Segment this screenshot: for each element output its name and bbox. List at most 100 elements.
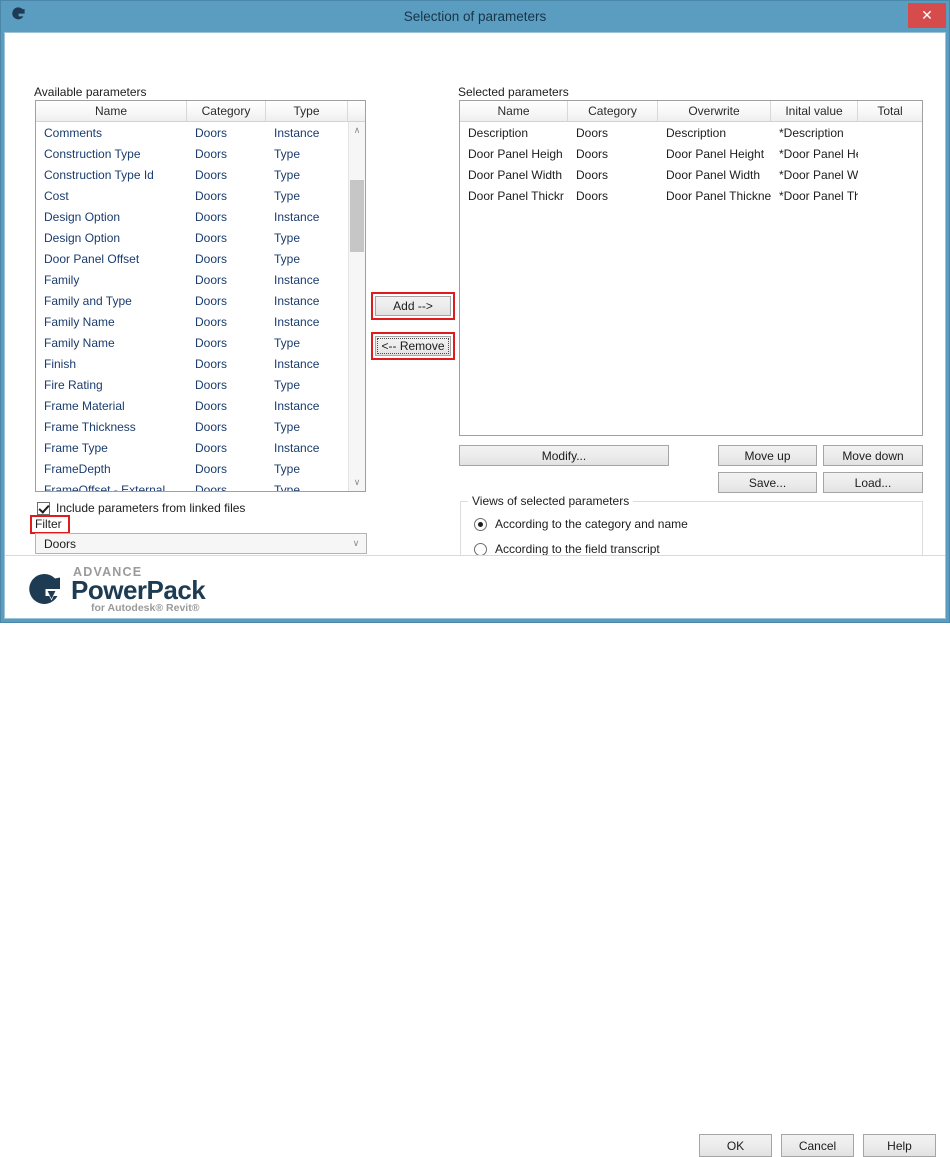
available-vertical-scrollbar[interactable]: ∧ ∨ [348,122,365,491]
selected-parameter-row[interactable]: Door Panel Width Doors Door Panel Width *Do… [460,164,922,185]
available-column-name[interactable]: Name [36,101,187,121]
dialog-client-area: Available parameters Name Category Type … [4,32,946,1157]
available-cell-category: Doors [195,314,228,329]
selected-parameter-row[interactable]: Door Panel Heigh Doors Door Panel Height *D… [460,143,922,164]
selected-cell-name: Door Panel Width [468,167,563,182]
selected-parameters-grid[interactable]: Name Category Overwrite Inital value Tot… [459,100,923,436]
selected-parameter-row[interactable]: Description Doors Description *Description [460,122,922,143]
available-parameter-row[interactable]: Family Doors Instance [36,269,365,290]
move-down-button[interactable]: Move down [823,445,923,466]
available-parameter-row[interactable]: Comments Doors Instance [36,122,365,143]
selected-grid-header: Name Category Overwrite Inital value Tot… [460,101,922,122]
available-parameter-row[interactable]: FrameDepth Doors Type [36,458,365,479]
available-parameter-row[interactable]: Frame Material Doors Instance [36,395,365,416]
selected-cell-initial: *Door Panel Th [779,188,858,203]
selected-column-name[interactable]: Name [460,101,568,121]
selected-grid-body: Description Doors Description *Description D… [460,122,922,206]
scroll-down-icon[interactable]: ∨ [349,474,365,491]
available-cell-name: Family and Type [44,293,132,308]
available-cell-type: Type [274,377,301,392]
radio-indicator[interactable] [474,542,487,556]
available-cell-category: Doors [195,146,228,161]
available-parameter-row[interactable]: Design Option Doors Type [36,227,365,248]
available-cell-category: Doors [195,482,228,492]
available-parameter-row[interactable]: Frame Type Doors Instance [36,437,365,458]
available-cell-type: Type [274,461,301,476]
selected-cell-name: Description [468,125,529,140]
available-cell-name: Construction Type Id [44,167,154,182]
available-cell-name: FrameDepth [44,461,111,476]
selected-column-initial-value[interactable]: Inital value [771,101,858,121]
available-column-category[interactable]: Category [187,101,266,121]
available-column-type[interactable]: Type [266,101,348,121]
radio-field-transcript-label: According to the field transcript [495,542,660,556]
remove-button[interactable]: <-- Remove [375,336,451,356]
selected-cell-overwrite: Door Panel Width [666,167,761,182]
available-cell-name: Design Option [44,209,121,224]
selected-cell-initial: *Description [779,125,844,140]
add-button[interactable]: Add --> [375,296,451,316]
selected-column-total[interactable]: Total [858,101,922,121]
available-parameter-row[interactable]: Finish Doors Instance [36,353,365,374]
available-parameter-row[interactable]: Construction Type Doors Type [36,143,365,164]
logo-subtitle-text: for Autodesk® Revit® [91,602,200,614]
available-cell-type: Instance [274,209,320,224]
window-title: Selection of parameters [403,9,547,24]
available-cell-category: Doors [195,335,228,350]
close-button[interactable]: ✕ [908,3,946,28]
move-up-button[interactable]: Move up [718,445,817,466]
selected-cell-initial: *Door Panel W [779,167,858,182]
available-cell-type: Instance [274,356,320,371]
available-cell-type: Instance [274,314,320,329]
chevron-down-icon[interactable]: ∨ [346,538,366,549]
selected-cell-category: Doors [576,146,609,161]
cancel-button[interactable]: Cancel [781,1134,854,1157]
help-button[interactable]: Help [863,1134,936,1157]
available-cell-name: Frame Type [44,440,108,455]
selected-parameters-label: Selected parameters [458,85,569,99]
available-parameter-row[interactable]: Cost Doors Type [36,185,365,206]
available-cell-name: Design Option [44,230,121,245]
available-cell-category: Doors [195,251,228,266]
selected-cell-category: Doors [576,125,609,140]
available-cell-category: Doors [195,461,228,476]
selected-column-category[interactable]: Category [568,101,658,121]
available-parameter-row[interactable]: Family Name Doors Instance [36,311,365,332]
available-cell-category: Doors [195,419,228,434]
available-cell-name: Comments [44,125,103,140]
available-parameter-row[interactable]: FrameOffset - External Doors Type [36,479,365,492]
available-cell-type: Type [274,167,301,182]
available-parameter-row[interactable]: Door Panel Offset Doors Type [36,248,365,269]
radio-category-and-name[interactable]: According to the category and name [474,517,688,531]
available-cell-category: Doors [195,356,228,371]
save-button[interactable]: Save... [718,472,817,493]
available-parameter-row[interactable]: Frame Thickness Doors Type [36,416,365,437]
ok-button[interactable]: OK [699,1134,772,1157]
views-group-title: Views of selected parameters [468,494,634,508]
available-parameters-grid[interactable]: Name Category Type Comments Doors Instance… [35,100,366,492]
radio-field-transcript[interactable]: According to the field transcript [474,542,660,556]
load-button[interactable]: Load... [823,472,923,493]
selected-column-overwrite[interactable]: Overwrite [658,101,771,121]
modify-button[interactable]: Modify... [459,445,669,466]
available-parameter-row[interactable]: Fire Rating Doors Type [36,374,365,395]
scrollbar-thumb[interactable] [350,180,364,252]
checkbox-indicator[interactable] [37,501,50,515]
available-cell-category: Doors [195,440,228,455]
available-cell-name: Cost [44,188,69,203]
graitec-g-icon [9,5,37,28]
available-parameter-row[interactable]: Construction Type Id Doors Type [36,164,365,185]
scroll-up-icon[interactable]: ∧ [349,122,365,139]
available-parameter-row[interactable]: Family Name Doors Type [36,332,365,353]
available-cell-type: Type [274,335,301,350]
radio-indicator[interactable] [474,517,487,531]
available-parameter-row[interactable]: Design Option Doors Instance [36,206,365,227]
include-linked-files-checkbox[interactable]: Include parameters from linked files [37,501,245,515]
available-cell-type: Instance [274,293,320,308]
available-parameter-row[interactable]: Family and Type Doors Instance [36,290,365,311]
filter-category-dropdown[interactable]: Doors ∨ [35,533,367,554]
available-cell-name: Construction Type [44,146,141,161]
available-cell-category: Doors [195,167,228,182]
dialog-footer: ADVANCE PowerPack for Autodesk® Revit® O… [5,555,945,1157]
selected-parameter-row[interactable]: Door Panel Thickr Doors Door Panel Thickne… [460,185,922,206]
